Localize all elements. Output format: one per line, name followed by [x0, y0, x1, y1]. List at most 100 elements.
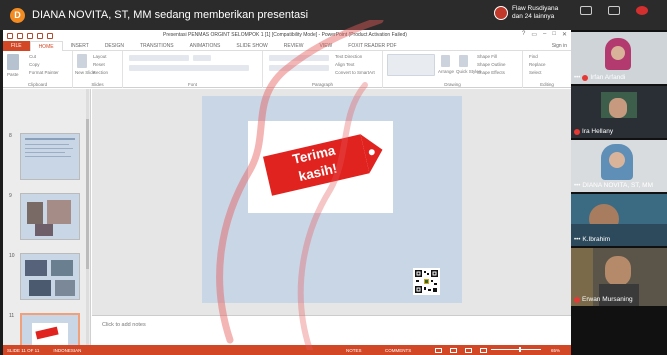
participant-tile[interactable]: ••• DIANA NOVITA, ST, MM	[571, 140, 667, 192]
tab-animations[interactable]: ANIMATIONS	[182, 41, 229, 51]
redo-icon[interactable]	[37, 32, 43, 39]
zoom-slider-knob[interactable]	[519, 347, 521, 352]
muted-mic-icon	[582, 74, 589, 81]
more-options-icon[interactable]: •••	[574, 75, 580, 81]
thumbnails-scroll-thumb[interactable]	[86, 119, 89, 269]
current-slide[interactable]: Terima kasih!	[202, 96, 462, 303]
tab-insert[interactable]: INSERT	[63, 41, 97, 51]
participant-tile[interactable]: ••• Irfan Arfandi	[571, 32, 667, 84]
close-button[interactable]: ✕	[562, 31, 567, 38]
participant-tile[interactable]: Erwan Mursaning	[571, 248, 667, 306]
format-painter-button[interactable]: Format Painter	[29, 70, 59, 75]
notes-pane[interactable]: Click to add notes	[92, 315, 571, 345]
slide-number-8: 8	[9, 133, 12, 139]
font-name-dropdown[interactable]	[129, 55, 189, 61]
participant-name: K.Ibrahim	[582, 236, 611, 243]
slide-thumbnail-8[interactable]	[20, 133, 80, 180]
slide-number-10: 10	[9, 253, 15, 259]
help-button[interactable]: ?	[522, 31, 525, 38]
window-controls: ? ▭ – □ ✕	[522, 31, 567, 38]
slides-group: New Slide Layout Reset Section Slides	[73, 51, 123, 88]
participant-tile[interactable]: Ira Hellany	[571, 86, 667, 138]
slide-number-9: 9	[9, 193, 12, 199]
sign-in-link[interactable]: Sign in	[552, 43, 571, 49]
tab-slide-show[interactable]: SLIDE SHOW	[228, 41, 275, 51]
arrange-button[interactable]: Arrange	[438, 69, 454, 74]
tab-review[interactable]: REVIEW	[276, 41, 312, 51]
arrange-icon[interactable]	[441, 55, 450, 67]
new-slide-icon[interactable]	[77, 54, 87, 68]
language-indicator[interactable]: INDONESIAN	[53, 348, 81, 353]
app-logo-icon	[7, 32, 13, 39]
slide-white-panel: Terima kasih!	[248, 121, 393, 213]
reading-view-icon[interactable]	[465, 347, 472, 353]
tab-foxit-pdf[interactable]: FOXIT READER PDF	[340, 41, 404, 51]
meeting-top-bar: D DIANA NOVITA, ST, MM sedang memberikan…	[0, 0, 667, 30]
shapes-gallery[interactable]	[387, 54, 435, 76]
minimize-button[interactable]: –	[543, 31, 546, 38]
ribbon-display-button[interactable]: ▭	[531, 31, 537, 38]
meeting-controls	[578, 6, 650, 21]
slideshow-view-icon[interactable]	[480, 347, 487, 353]
replace-button[interactable]: Replace	[529, 62, 546, 67]
shape-outline-button[interactable]: Shape Outline	[477, 62, 506, 67]
layout-button[interactable]: Layout	[93, 54, 107, 59]
quick-access-toolbar	[7, 32, 53, 39]
list-buttons[interactable]	[269, 55, 329, 61]
shape-effects-button[interactable]: Shape Effects	[477, 70, 505, 75]
tab-transitions[interactable]: TRANSITIONS	[132, 41, 182, 51]
start-slideshow-icon[interactable]	[47, 32, 53, 39]
reset-button[interactable]: Reset	[93, 62, 105, 67]
normal-view-icon[interactable]	[435, 347, 442, 353]
qr-code-graphic	[413, 268, 440, 295]
tab-file[interactable]: FILE	[3, 40, 30, 51]
drawing-group: Arrange Quick Styles Shape Fill Shape Ou…	[383, 51, 523, 88]
participants-icon[interactable]	[578, 6, 594, 21]
select-button[interactable]: Select	[529, 70, 542, 75]
paste-button[interactable]: Paste	[7, 72, 19, 77]
notes-placeholder[interactable]: Click to add notes	[102, 322, 146, 328]
more-options-icon[interactable]: •••	[574, 237, 580, 243]
presentation-app: Presentasi PENMAS ORGINT SELOMPOK 1 [1] …	[3, 30, 571, 355]
participant-tile[interactable]: ••• K.Ibrahim	[571, 194, 667, 246]
presenter-avatar: D	[10, 7, 25, 23]
tab-view[interactable]: VIEW	[312, 41, 341, 51]
slide-counter: SLIDE 11 OF 11	[7, 347, 40, 353]
find-button[interactable]: Find	[529, 54, 538, 59]
join-notification[interactable]: Flaw Rusdiyana dan 24 lainnya	[494, 5, 558, 21]
participants-panel: ••• Irfan Arfandi Ira Hellany ••• DIANA …	[571, 30, 667, 355]
paragraph-label: Paragraph	[311, 82, 333, 87]
maximize-button[interactable]: □	[552, 31, 556, 38]
document-title: Presentasi PENMAS ORGINT SELOMPOK 1 [1] …	[163, 32, 407, 38]
user-avatar-icon[interactable]	[634, 6, 650, 21]
copy-button[interactable]: Copy	[29, 62, 40, 67]
more-options-icon[interactable]: •••	[574, 183, 580, 189]
cut-button[interactable]: Cut	[29, 54, 36, 59]
slide-thumbnail-10[interactable]	[20, 253, 80, 300]
tag-body: Terima kasih!	[263, 134, 370, 196]
alignment-buttons[interactable]	[269, 65, 329, 71]
ribbon: Paste Cut Copy Format Painter Clipboard …	[3, 51, 571, 88]
save-icon[interactable]	[17, 32, 23, 39]
convert-smartart-button[interactable]: Convert to SmartArt	[335, 70, 375, 75]
tab-home[interactable]: HOME	[29, 40, 63, 51]
participant-name: Ira Hellany	[582, 128, 614, 135]
tab-design[interactable]: DESIGN	[97, 41, 132, 51]
paste-icon[interactable]	[7, 54, 19, 70]
zoom-level[interactable]: 65%	[551, 348, 560, 353]
section-button[interactable]: Section	[93, 70, 108, 75]
slide-thumbnail-9[interactable]	[20, 193, 80, 240]
zoom-slider[interactable]	[491, 349, 541, 350]
undo-icon[interactable]	[27, 32, 33, 39]
text-direction-button[interactable]: Text Direction	[335, 54, 362, 59]
shape-fill-button[interactable]: Shape Fill	[477, 54, 497, 59]
notes-toggle[interactable]: NOTES	[346, 348, 362, 353]
align-text-button[interactable]: Align Text	[335, 62, 354, 67]
comments-toggle[interactable]: COMMENTS	[385, 348, 411, 353]
font-format-buttons[interactable]	[129, 65, 249, 71]
slide-sorter-icon[interactable]	[450, 347, 457, 353]
font-size-dropdown[interactable]	[193, 55, 211, 61]
chat-icon[interactable]	[606, 6, 622, 21]
quick-styles-icon[interactable]	[459, 55, 468, 67]
title-bar: Presentasi PENMAS ORGINT SELOMPOK 1 [1] …	[3, 30, 571, 41]
